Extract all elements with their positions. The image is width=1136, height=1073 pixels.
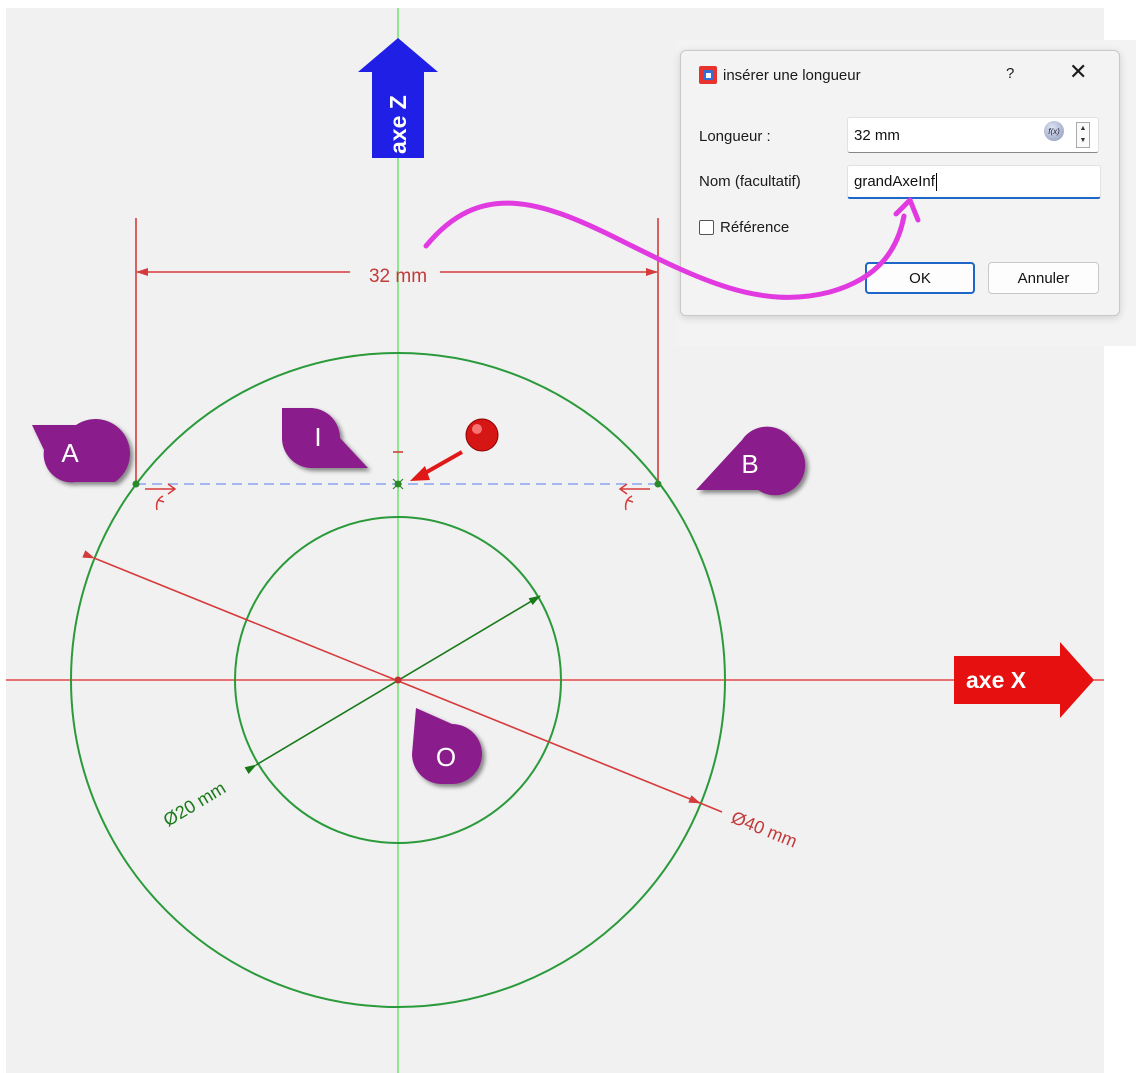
length-value: 32 mm [854, 126, 900, 144]
ok-button[interactable]: OK [865, 262, 975, 294]
length-spinner[interactable]: ▲ ▼ [1076, 122, 1090, 148]
point-a-vertex[interactable] [132, 480, 140, 488]
label-o: O [436, 742, 456, 772]
checkbox-box[interactable] [699, 220, 714, 235]
point-b-vertex[interactable] [654, 480, 662, 488]
freecad-logo-icon [699, 66, 717, 84]
marker-a [32, 418, 131, 483]
symmetry-constraint-right[interactable] [618, 483, 650, 511]
insert-length-dialog: insérer une longueur ? ✕ Longueur : 32 m… [680, 50, 1120, 316]
z-axis-label: axe Z [385, 95, 411, 154]
text-cursor [935, 172, 937, 191]
dialog-title: insérer une longueur [723, 66, 861, 84]
name-input[interactable]: grandAxeInf [847, 165, 1101, 199]
cancel-button[interactable]: Annuler [988, 262, 1099, 294]
label-i: I [314, 422, 321, 452]
length-input[interactable]: 32 mm f(x) ▲ ▼ [847, 117, 1099, 153]
outer-diameter-leader [699, 802, 723, 813]
label-b: B [741, 449, 758, 479]
inner-diameter-label[interactable]: Ø20 mm [160, 778, 229, 831]
length-label: Longueur : [699, 128, 771, 145]
name-value: grandAxeInf [854, 173, 935, 190]
red-ball-icon [465, 418, 499, 452]
symmetry-constraint-left[interactable] [145, 483, 177, 511]
label-a: A [61, 438, 79, 468]
formula-icon[interactable]: f(x) [1044, 121, 1064, 141]
spin-down-icon[interactable]: ▼ [1077, 135, 1089, 147]
outer-diameter-label[interactable]: Ø40 mm [729, 807, 800, 851]
origin-point[interactable] [394, 676, 402, 684]
pointer-arrow-head [410, 466, 430, 481]
x-axis-label: axe X [966, 667, 1027, 693]
dim-length-label[interactable]: 32 mm [369, 266, 427, 287]
spin-up-icon[interactable]: ▲ [1077, 123, 1089, 135]
help-button[interactable]: ? [1006, 65, 1014, 82]
dialog-titlebar: insérer une longueur [699, 65, 861, 85]
reference-label: Référence [720, 219, 790, 236]
close-icon[interactable]: ✕ [1069, 61, 1087, 83]
reference-checkbox[interactable]: Référence [699, 219, 789, 236]
name-label: Nom (facultatif) [699, 173, 801, 190]
marker-i [282, 408, 368, 468]
red-ball-highlight [472, 424, 482, 434]
